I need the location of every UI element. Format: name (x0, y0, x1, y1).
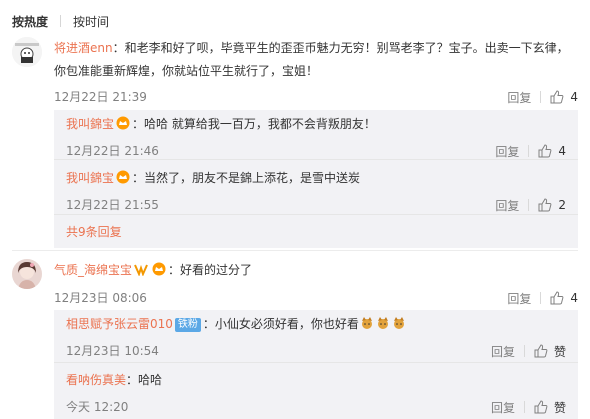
comment-actions: 回复 4 (507, 87, 578, 107)
comment-actions: 回复 4 (507, 288, 578, 308)
avatar[interactable] (12, 259, 42, 289)
like-button[interactable]: 赞 (534, 343, 566, 360)
reply-content: ：当然了，朋友不是錦上添花，是雪中送炭 (132, 171, 361, 185)
like-count: 4 (570, 90, 578, 104)
reply-text: 看呐伤真美：哈哈 (66, 366, 566, 392)
reply-meta: 12月23日 10:54 回复 赞 (66, 341, 566, 361)
like-button[interactable]: 4 (550, 291, 578, 305)
avatar[interactable] (12, 37, 42, 67)
reply-item: 相思赋予张云雷010 铁粉 ：小仙女必须好看，你也好看 12月23日 10:54 回… (54, 310, 578, 362)
reply-time: 12月22日 21:55 (66, 198, 159, 212)
comment-username[interactable]: 气质_海绵宝宝 (54, 263, 132, 277)
reply-actions: 回复 4 (495, 141, 566, 161)
action-divider (540, 292, 542, 304)
comment-divider (12, 250, 578, 251)
reply-button[interactable]: 回复 (491, 343, 515, 360)
fan-badge: 铁粉 (174, 318, 201, 332)
reply-button[interactable]: 回复 (491, 399, 515, 416)
action-divider (528, 145, 530, 157)
thumb-up-icon (534, 344, 548, 358)
reply-content: ：小仙女必须好看，你也好看 (202, 317, 359, 331)
like-button[interactable]: 4 (550, 90, 578, 104)
reply-list: 我叫錦宝 ：哈哈 就算给我一百万，我都不会背叛朋友！ 12月22日 21:46 回… (54, 110, 578, 248)
reply-button[interactable]: 回复 (507, 290, 531, 307)
reply-content: ：哈哈 就算给我一百万，我都不会背叛朋友！ (132, 117, 376, 131)
reply-list: 相思赋予张云雷010 铁粉 ：小仙女必须好看，你也好看 12月23日 10:54 回… (54, 310, 578, 419)
like-count: 赞 (553, 344, 566, 359)
reply-actions: 回复 赞 (491, 341, 566, 361)
more-replies-link[interactable]: 共9条回复 (54, 214, 578, 248)
doge-emoji-icon (377, 317, 388, 329)
like-count: 赞 (553, 400, 566, 415)
thumb-up-icon (534, 400, 548, 414)
sort-bar: 按热度 按时间 (12, 12, 109, 30)
reply-meta: 12月22日 21:46 回复 4 (66, 141, 566, 161)
comment-body: 气质_海绵宝宝 ：好看的过分了 12月23日 08:06 回复 4 (54, 259, 578, 308)
comment-body: 将进酒enn：和老李和好了呗，毕竟平生的歪歪币魅力无穷！别骂老李了？宝子。出卖一… (54, 37, 578, 107)
comment-content: ：好看的过分了 (168, 263, 253, 277)
comment-time: 12月23日 08:06 (54, 291, 147, 305)
like-button[interactable]: 4 (538, 144, 566, 158)
like-count: 4 (558, 144, 566, 158)
action-divider (540, 91, 542, 103)
comment-text: 将进酒enn：和老李和好了呗，毕竟平生的歪歪币魅力无穷！别骂老李了？宝子。出卖一… (54, 37, 578, 83)
like-button[interactable]: 赞 (534, 399, 566, 416)
thumb-up-icon (550, 291, 564, 305)
reply-time: 今天 12:20 (66, 400, 129, 414)
reply-meta: 12月22日 21:55 回复 2 (66, 195, 566, 215)
thumb-up-icon (538, 144, 552, 158)
reply-button[interactable]: 回复 (495, 197, 519, 214)
reply-actions: 回复 赞 (491, 397, 566, 417)
reply-button[interactable]: 回复 (495, 143, 519, 160)
reply-username[interactable]: 看呐伤真美 (66, 373, 126, 387)
reply-button[interactable]: 回复 (507, 89, 531, 106)
sort-by-hot[interactable]: 按热度 (12, 13, 48, 30)
comment-content: ：和老李和好了呗，毕竟平生的歪歪币魅力无穷！别骂老李了？宝子。出卖一下玄律，你包… (54, 41, 569, 78)
vip-crown-icon (116, 116, 130, 130)
reply-time: 12月22日 21:46 (66, 144, 159, 158)
reply-text: 我叫錦宝 ：当然了，朋友不是錦上添花，是雪中送炭 (66, 164, 566, 190)
reply-username[interactable]: 相思赋予张云雷010 (66, 317, 173, 331)
reply-text: 相思赋予张云雷010 铁粉 ：小仙女必须好看，你也好看 (66, 310, 566, 336)
like-button[interactable]: 2 (538, 198, 566, 212)
reply-meta: 今天 12:20 回复 赞 (66, 397, 566, 417)
vip-crown-icon (116, 170, 130, 184)
vip-crown-icon (134, 264, 148, 276)
comment-username[interactable]: 将进酒enn (54, 41, 113, 55)
comment-meta: 12月22日 21:39 回复 4 (54, 87, 578, 107)
comment-meta: 12月23日 08:06 回复 4 (54, 288, 578, 308)
reply-username[interactable]: 我叫錦宝 (66, 117, 114, 131)
action-divider (523, 345, 525, 357)
comment-text: 气质_海绵宝宝 ：好看的过分了 (54, 259, 578, 282)
thumb-up-icon (538, 198, 552, 212)
sort-divider (60, 15, 62, 27)
comment-time: 12月22日 21:39 (54, 90, 147, 104)
like-count: 4 (570, 291, 578, 305)
reply-item: 我叫錦宝 ：当然了，朋友不是錦上添花，是雪中送炭 12月22日 21:55 回复 … (54, 159, 578, 214)
reply-text: 我叫錦宝 ：哈哈 就算给我一百万，我都不会背叛朋友！ (66, 110, 566, 136)
vip-crown-icon (152, 262, 166, 276)
thumb-up-icon (550, 90, 564, 104)
reply-item: 我叫錦宝 ：哈哈 就算给我一百万，我都不会背叛朋友！ 12月22日 21:46 回… (54, 110, 578, 159)
reply-content: ：哈哈 (126, 373, 163, 387)
sort-by-time[interactable]: 按时间 (73, 13, 109, 30)
doge-emoji-icon (361, 317, 372, 329)
like-count: 2 (558, 198, 566, 212)
action-divider (528, 199, 530, 211)
doge-emoji-icon (393, 317, 404, 329)
reply-time: 12月23日 10:54 (66, 344, 159, 358)
reply-username[interactable]: 我叫錦宝 (66, 171, 114, 185)
reply-actions: 回复 2 (495, 195, 566, 215)
reply-item: 看呐伤真美：哈哈 今天 12:20 回复 赞 (54, 362, 578, 418)
action-divider (523, 401, 525, 413)
